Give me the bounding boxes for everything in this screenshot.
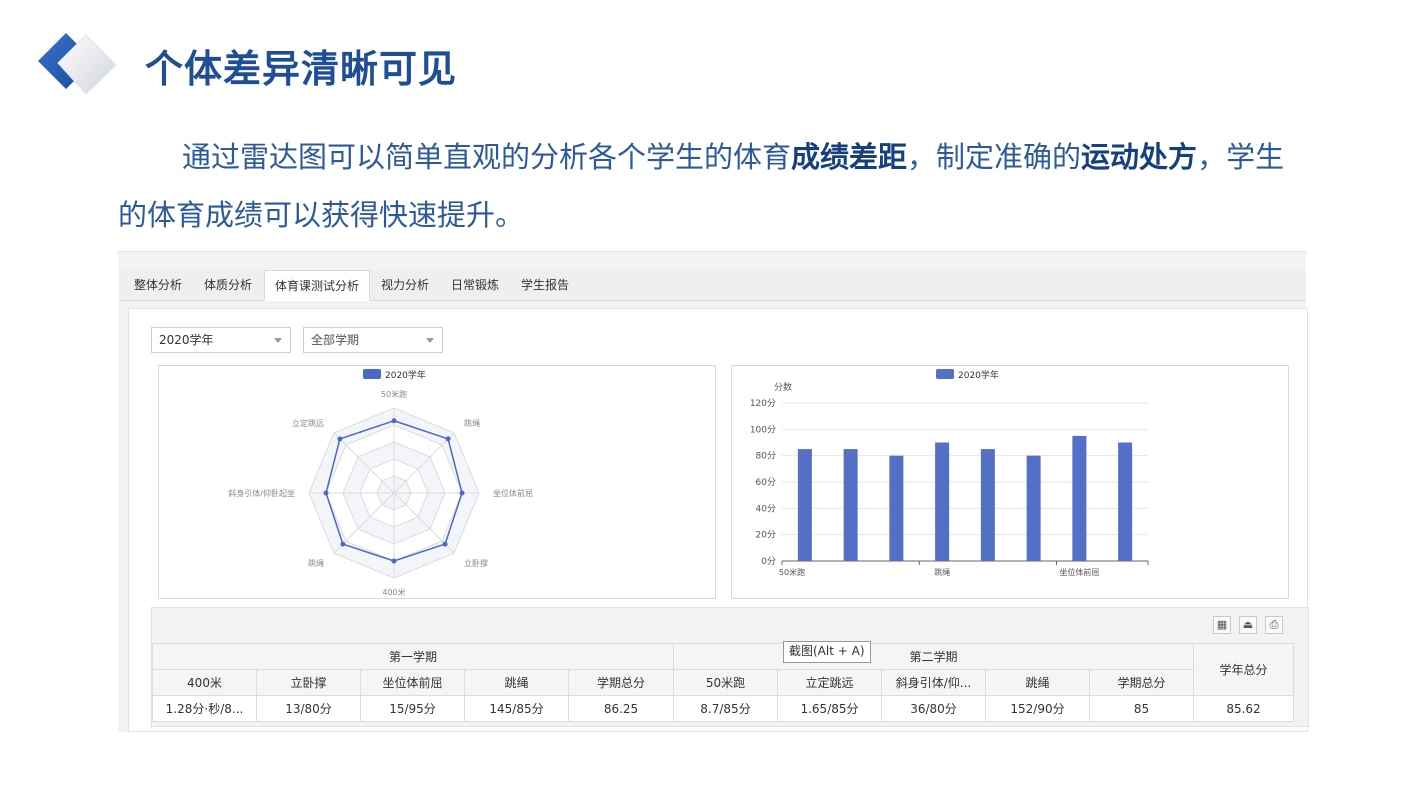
tab-vision[interactable]: 视力分析 <box>371 270 439 300</box>
y-tick-label: 40分 <box>756 503 776 514</box>
bar <box>1118 442 1133 561</box>
chevron-down-icon <box>274 338 282 343</box>
export-icon[interactable]: ⏏ <box>1239 616 1257 634</box>
x-tick-label: 坐位体前屈 <box>1059 567 1099 577</box>
bar <box>797 449 812 561</box>
table-cell: 36/80分 <box>881 695 986 722</box>
bar <box>1072 435 1087 561</box>
column-header[interactable]: 立卧撑 <box>256 669 361 696</box>
table-cell: 152/90分 <box>985 695 1090 722</box>
radar-indicator-label: 跳绳 <box>464 418 480 428</box>
radar-point <box>391 418 397 424</box>
legend-swatch <box>363 369 381 379</box>
radar-point <box>445 436 451 442</box>
chevron-down-icon <box>426 338 434 343</box>
radar-point <box>391 558 397 564</box>
year-select-value: 2020学年 <box>159 333 214 347</box>
radar-indicator-label: 坐位体前屈 <box>493 488 533 498</box>
radar-point <box>340 541 346 547</box>
column-header[interactable]: 跳绳 <box>464 669 569 696</box>
radar-indicator-label: 立定跳远 <box>292 418 324 428</box>
print-icon[interactable]: ⎙ <box>1265 616 1283 634</box>
semester2-header: 第二学期 <box>673 643 1194 670</box>
tab-daily-exercise[interactable]: 日常锻炼 <box>441 270 509 300</box>
term-select-value: 全部学期 <box>311 333 360 347</box>
radar-indicator-label: 50米跑 <box>381 389 407 399</box>
analysis-app: 整体分析 体质分析 体育课测试分析 视力分析 日常锻炼 学生报告 2020学年 … <box>118 251 1309 732</box>
legend-label: 2020学年 <box>385 369 426 381</box>
screenshot-tooltip: 截图(Alt + A) <box>783 641 871 663</box>
table-cell: 13/80分 <box>256 695 361 722</box>
bar-chart: 2020学年分数 0分 20分 40分 60分 80分 100分 120分 50米跑 跳绳 坐位体前… <box>731 365 1289 599</box>
tab-bar: 整体分析 体质分析 体育课测试分析 视力分析 日常锻炼 学生报告 <box>120 270 1306 301</box>
bar <box>935 442 950 561</box>
intro-paragraph: 通过雷达图可以简单直观的分析各个学生的体育成绩差距，制定准确的运动处方，学生的体… <box>118 140 1285 232</box>
content-panel: 2020学年 全部学期 2020学年 50米跑 跳绳 坐位体前屈 立卧撑 400米 跳绳 斜身… <box>128 308 1309 732</box>
radar-indicator-label: 立卧撑 <box>464 558 488 568</box>
grid-icon[interactable]: ▦ <box>1213 616 1231 634</box>
column-header[interactable]: 50米跑 <box>673 669 778 696</box>
y-tick-label: 0分 <box>761 556 776 567</box>
table-cell: 145/85分 <box>464 695 569 722</box>
radar-indicator-label: 跳绳 <box>308 558 324 568</box>
legend-label: 2020学年 <box>958 369 999 381</box>
column-header[interactable]: 立定跳远 <box>777 669 882 696</box>
table-cell: 1.28分·秒/8... <box>152 695 257 722</box>
table-cell: 86.25 <box>568 695 674 722</box>
radar-indicator-label: 斜身引体/仰卧起坐 <box>228 488 295 498</box>
y-tick-label: 120分 <box>750 398 776 409</box>
bar <box>889 455 904 561</box>
bar <box>1026 455 1041 561</box>
y-axis-label: 分数 <box>774 381 792 393</box>
radar-point <box>442 541 448 547</box>
score-table: 第一学期 第二学期 学年总分 400米 立卧撑 坐位体前屈 跳绳 学期总分 50… <box>152 643 1294 722</box>
table-cell: 8.7/85分 <box>673 695 778 722</box>
tab-student-report[interactable]: 学生报告 <box>511 270 579 300</box>
table-cell: 15/95分 <box>360 695 465 722</box>
column-header[interactable]: 斜身引体/仰... <box>881 669 986 696</box>
x-tick-label: 跳绳 <box>934 567 950 577</box>
column-header[interactable]: 学期总分 <box>568 669 674 696</box>
table-cell: 85 <box>1089 695 1194 722</box>
radar-point <box>459 490 465 496</box>
column-header[interactable]: 400米 <box>152 669 257 696</box>
radar-indicator-label: 400米 <box>382 587 405 597</box>
table-cell: 85.62 <box>1193 695 1294 722</box>
column-header[interactable]: 跳绳 <box>985 669 1090 696</box>
x-tick-label: 50米跑 <box>779 567 805 577</box>
radar-point <box>337 436 343 442</box>
table-row: 1.28分·秒/8... 13/80分 15/95分 145/85分 86.25… <box>152 695 1294 722</box>
radar-chart-svg: 2020学年50米跑跳绳坐位体前屈立卧撑400米跳绳斜身引体/仰卧起坐立定跳远 <box>228 369 533 597</box>
y-tick-label: 60分 <box>756 477 776 488</box>
y-tick-label: 20分 <box>756 530 776 541</box>
year-total-header: 学年总分 <box>1193 643 1294 696</box>
tab-physique[interactable]: 体质分析 <box>194 270 262 300</box>
column-header[interactable]: 学期总分 <box>1089 669 1194 696</box>
score-table-area: ▦ ⏏ ⎙ 第一学期 第二学期 学年总分 400米 立卧撑 坐位体前屈 跳绳 学… <box>151 607 1309 727</box>
tab-pe-test[interactable]: 体育课测试分析 <box>264 270 371 301</box>
column-header[interactable]: 坐位体前屈 <box>360 669 465 696</box>
y-tick-label: 100分 <box>750 424 776 435</box>
bar <box>980 449 995 561</box>
term-select[interactable]: 全部学期 <box>303 327 443 353</box>
tab-overall[interactable]: 整体分析 <box>124 270 192 300</box>
page-title: 个体差异清晰可见 <box>145 47 458 91</box>
y-tick-label: 80分 <box>756 451 776 462</box>
radar-chart: 2020学年 50米跑 跳绳 坐位体前屈 立卧撑 400米 跳绳 斜身引体/仰卧起坐 立定跳远 <box>158 365 716 599</box>
bar <box>843 449 858 561</box>
year-select[interactable]: 2020学年 <box>151 327 291 353</box>
diamond-logo-icon <box>38 33 117 95</box>
legend-swatch <box>936 369 954 379</box>
bar-chart-svg: 2020学年分数 0分 20分 40分 60分 80分 100分 120分 50米跑 跳绳 坐位体前… <box>750 369 1149 577</box>
table-cell: 1.65/85分 <box>777 695 882 722</box>
radar-point <box>323 490 329 496</box>
semester1-header: 第一学期 <box>152 643 674 670</box>
